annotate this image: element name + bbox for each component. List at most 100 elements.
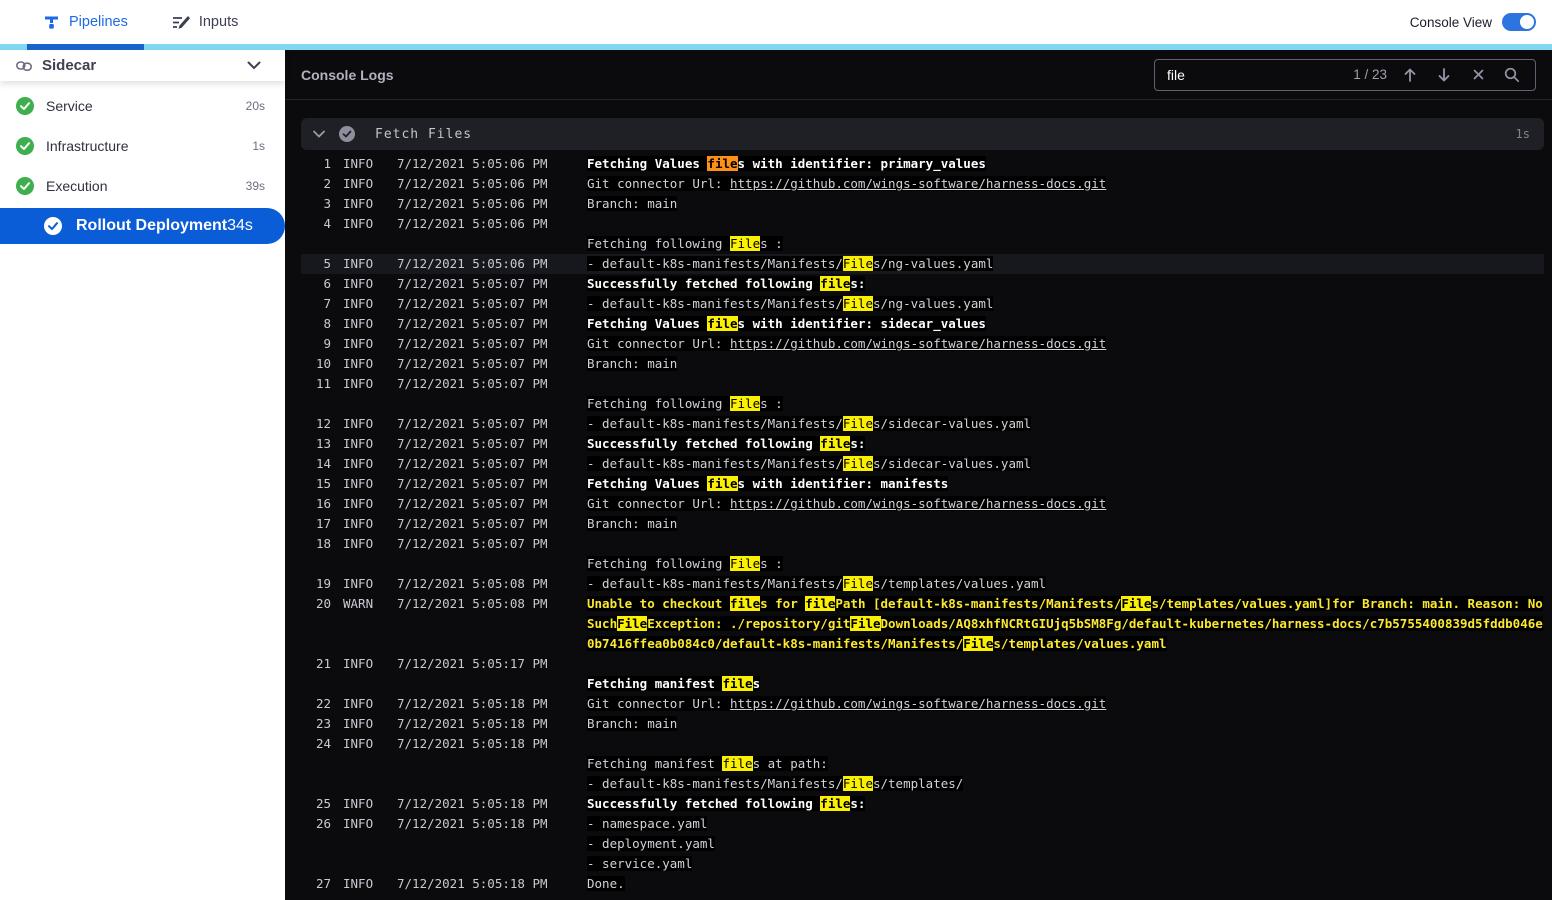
log-line-number: 13 (315, 436, 331, 451)
step-service[interactable]: Service 20s (0, 86, 285, 126)
stage-header-sidecar[interactable]: Sidecar (0, 50, 285, 81)
log-rows: 1 INFO 7/12/2021 5:05:06 PM Fetching Values… (301, 154, 1544, 894)
log-row: 16 INFO 7/12/2021 5:05:07 PM Git connector … (301, 494, 1544, 514)
search-match: File (842, 296, 873, 311)
log-message: - default-k8s-manifests/Manifests/Files/… (587, 256, 994, 271)
step-label: Service (46, 98, 93, 114)
log-message: Successfully fetched following files: (587, 276, 866, 291)
log-level: INFO (343, 796, 374, 811)
search-input[interactable] (1167, 66, 1350, 83)
chevron-down-icon[interactable] (313, 130, 325, 138)
log-level: INFO (343, 216, 374, 231)
log-level: INFO (343, 176, 374, 191)
tab-inputs[interactable]: Inputs (156, 0, 255, 44)
step-label: Execution (46, 178, 108, 194)
log-line-number: 8 (323, 316, 331, 331)
search-match: file (722, 756, 753, 771)
log-level: INFO (343, 696, 374, 711)
console-header: Console Logs 1 / 23 (285, 50, 1552, 100)
log-message: - default-k8s-manifests/Manifests/Files/… (587, 576, 1047, 591)
step-rollout-deployment[interactable]: Rollout Deployment 34s (0, 208, 285, 244)
console-view-toggle[interactable] (1502, 13, 1536, 31)
log-message: - default-k8s-manifests/Manifests/Files/… (587, 296, 994, 311)
log-level: INFO (343, 736, 374, 751)
log-line-number: 26 (315, 816, 331, 831)
log-row: 21 INFO 7/12/2021 5:05:17 PM (301, 654, 1544, 674)
log-group-header[interactable]: Fetch Files 1s (301, 118, 1544, 150)
log-message: Branch: main (587, 196, 678, 211)
log-timestamp: 7/12/2021 5:05:07 PM (397, 376, 548, 391)
log-timestamp: 7/12/2021 5:05:18 PM (397, 796, 548, 811)
log-message: - default-k8s-manifests/Manifests/Files/… (587, 416, 1032, 431)
search-match: file (722, 676, 753, 691)
log-message: - default-k8s-manifests/Manifests/Files/… (587, 456, 1032, 471)
log-row: 13 INFO 7/12/2021 5:05:07 PM Successfully f… (301, 434, 1544, 454)
log-level: INFO (343, 156, 374, 171)
log-line-number: 23 (315, 716, 331, 731)
clear-search-icon[interactable] (1463, 61, 1493, 89)
log-line-number: 10 (315, 356, 331, 371)
log-level: INFO (343, 256, 374, 271)
prev-match-button[interactable] (1395, 61, 1425, 89)
log-line-number: 17 (315, 516, 331, 531)
log-row: 10 INFO 7/12/2021 5:05:07 PM Branch: main (301, 354, 1544, 374)
log-row: 23 INFO 7/12/2021 5:05:18 PM Branch: main (301, 714, 1544, 734)
search-match: File (730, 236, 761, 251)
log-line-number: 1 (323, 156, 331, 171)
log-line-number: 6 (323, 276, 331, 291)
log-row: 12 INFO 7/12/2021 5:05:07 PM - default-k8s-… (301, 414, 1544, 434)
log-message: - namespace.yaml (587, 816, 708, 831)
step-infrastructure[interactable]: Infrastructure 1s (0, 126, 285, 166)
log-level: INFO (343, 456, 374, 471)
console-panel: Console Logs 1 / 23 (285, 50, 1552, 900)
log-timestamp: 7/12/2021 5:05:07 PM (397, 356, 548, 371)
log-row: 8 INFO 7/12/2021 5:05:07 PM Fetching Values… (301, 314, 1544, 334)
group-title: Fetch Files (375, 126, 473, 142)
log-level: INFO (343, 316, 374, 331)
log-timestamp: 7/12/2021 5:05:06 PM (397, 156, 548, 171)
stage-label: Sidecar (42, 57, 97, 74)
log-message: Branch: main (587, 356, 678, 371)
pipelines-icon (43, 14, 60, 31)
search-icon[interactable] (1497, 61, 1527, 89)
log-message: Successfully fetched following files: (587, 436, 866, 451)
log-level: INFO (343, 716, 374, 731)
log-message: Done. (587, 876, 625, 891)
log-line-number: 25 (315, 796, 331, 811)
search-match: file (730, 596, 761, 611)
search-match-counter: 1 / 23 (1353, 67, 1387, 82)
step-execution[interactable]: Execution 39s (0, 166, 285, 206)
log-link[interactable]: https://github.com/wings-software/harnes… (730, 176, 1106, 191)
log-line-number: 19 (315, 576, 331, 591)
search-match: File (842, 256, 873, 271)
log-row: Fetching manifest files (301, 674, 1544, 694)
search-match: File (842, 576, 873, 591)
chevron-down-icon[interactable] (247, 61, 261, 70)
search-match: File (842, 456, 873, 471)
tab-pipelines[interactable]: Pipelines (27, 0, 144, 50)
log-timestamp: 7/12/2021 5:05:06 PM (397, 256, 548, 271)
log-message: Fetching following Files : (587, 556, 783, 571)
log-timestamp: 7/12/2021 5:05:07 PM (397, 436, 548, 451)
log-message: - default-k8s-manifests/Manifests/Files/… (587, 776, 964, 791)
success-check-icon (44, 217, 62, 235)
log-line-number: 16 (315, 496, 331, 511)
console-view-label: Console View (1409, 14, 1492, 30)
log-timestamp: 7/12/2021 5:05:18 PM (397, 876, 548, 891)
top-navigation: Pipelines Inputs Console View (0, 0, 1552, 50)
log-link[interactable]: https://github.com/wings-software/harnes… (730, 496, 1106, 511)
log-row: 11 INFO 7/12/2021 5:05:07 PM (301, 374, 1544, 394)
log-message: Fetching Values files with identifier: m… (587, 476, 949, 491)
log-row: 14 INFO 7/12/2021 5:05:07 PM - default-k8s-… (301, 454, 1544, 474)
log-link[interactable]: https://github.com/wings-software/harnes… (730, 696, 1106, 711)
log-row: - deployment.yaml (301, 834, 1544, 854)
search-match: file (707, 316, 738, 331)
log-level: INFO (343, 496, 374, 511)
log-message: Unable to checkout files for filePath [d… (587, 596, 1543, 651)
log-timestamp: 7/12/2021 5:05:07 PM (397, 536, 548, 551)
log-link[interactable]: https://github.com/wings-software/harnes… (730, 336, 1106, 351)
next-match-button[interactable] (1429, 61, 1459, 89)
log-message: Fetching manifest files (587, 676, 761, 691)
log-timestamp: 7/12/2021 5:05:18 PM (397, 816, 548, 831)
link-icon (16, 60, 32, 71)
